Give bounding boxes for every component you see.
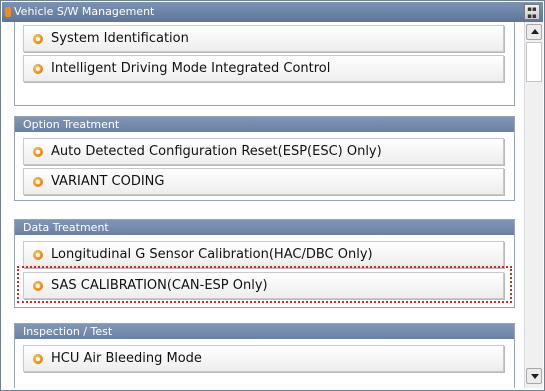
menu-item-variant-coding[interactable]: VARIANT CODING bbox=[23, 168, 504, 195]
menu-item-longitudinal-g-sensor-calibration[interactable]: Longitudinal G Sensor Calibration(HAC/DB… bbox=[23, 241, 504, 268]
menu-item-label: HCU Air Bleeding Mode bbox=[51, 351, 202, 366]
menu-item-sas-calibration[interactable]: SAS CALIBRATION(CAN-ESP Only) bbox=[23, 272, 504, 299]
menu-item-intelligent-driving-mode[interactable]: Intelligent Driving Mode Integrated Cont… bbox=[23, 55, 504, 82]
menu-item-system-identification[interactable]: System Identification bbox=[23, 25, 504, 52]
bullet-icon bbox=[33, 250, 43, 260]
bullet-icon bbox=[33, 64, 43, 74]
menu-item-label: System Identification bbox=[51, 31, 189, 46]
window-title: Vehicle S/W Management bbox=[14, 5, 155, 18]
group-header-option-treatment: Option Treatment bbox=[15, 117, 514, 132]
bullet-icon bbox=[33, 34, 43, 44]
group-system: System Identification Intelligent Drivin… bbox=[14, 22, 515, 106]
arrow-down-icon bbox=[531, 374, 539, 379]
group-option-treatment: Option Treatment Auto Detected Configura… bbox=[14, 116, 515, 201]
menu-item-label: VARIANT CODING bbox=[51, 174, 165, 189]
arrow-up-icon bbox=[531, 29, 539, 34]
title-bar: Vehicle S/W Management ▪▪ ▪▪ bbox=[2, 2, 543, 22]
menu-item-hcu-air-bleeding-mode[interactable]: HCU Air Bleeding Mode bbox=[23, 345, 504, 372]
menu-item-label: Longitudinal G Sensor Calibration(HAC/DB… bbox=[51, 247, 373, 262]
vertical-scrollbar[interactable] bbox=[524, 22, 543, 388]
menu-item-label: Auto Detected Configuration Reset(ESP(ES… bbox=[51, 144, 382, 159]
app-icon bbox=[5, 7, 11, 17]
vehicle-sw-management-window: Vehicle S/W Management ▪▪ ▪▪ System Ident… bbox=[0, 0, 545, 391]
bullet-icon bbox=[33, 147, 43, 157]
menu-content: System Identification Intelligent Drivin… bbox=[2, 22, 524, 388]
bullet-icon bbox=[33, 177, 43, 187]
scroll-thumb[interactable] bbox=[526, 42, 542, 82]
bullet-icon bbox=[33, 354, 43, 364]
system-menu-icon[interactable]: ▪▪ ▪▪ bbox=[524, 4, 540, 20]
group-data-treatment: Data Treatment Longitudinal G Sensor Cal… bbox=[14, 219, 515, 308]
group-header-data-treatment: Data Treatment bbox=[15, 220, 514, 235]
group-inspection-test: Inspection / Test HCU Air Bleeding Mode bbox=[14, 323, 515, 388]
scroll-down-button[interactable] bbox=[526, 368, 542, 384]
bullet-icon bbox=[33, 281, 43, 291]
scroll-up-button[interactable] bbox=[526, 24, 542, 40]
menu-item-auto-detected-config-reset[interactable]: Auto Detected Configuration Reset(ESP(ES… bbox=[23, 138, 504, 165]
menu-item-label: SAS CALIBRATION(CAN-ESP Only) bbox=[51, 278, 268, 293]
menu-item-label: Intelligent Driving Mode Integrated Cont… bbox=[51, 61, 331, 76]
group-header-inspection-test: Inspection / Test bbox=[15, 324, 514, 339]
